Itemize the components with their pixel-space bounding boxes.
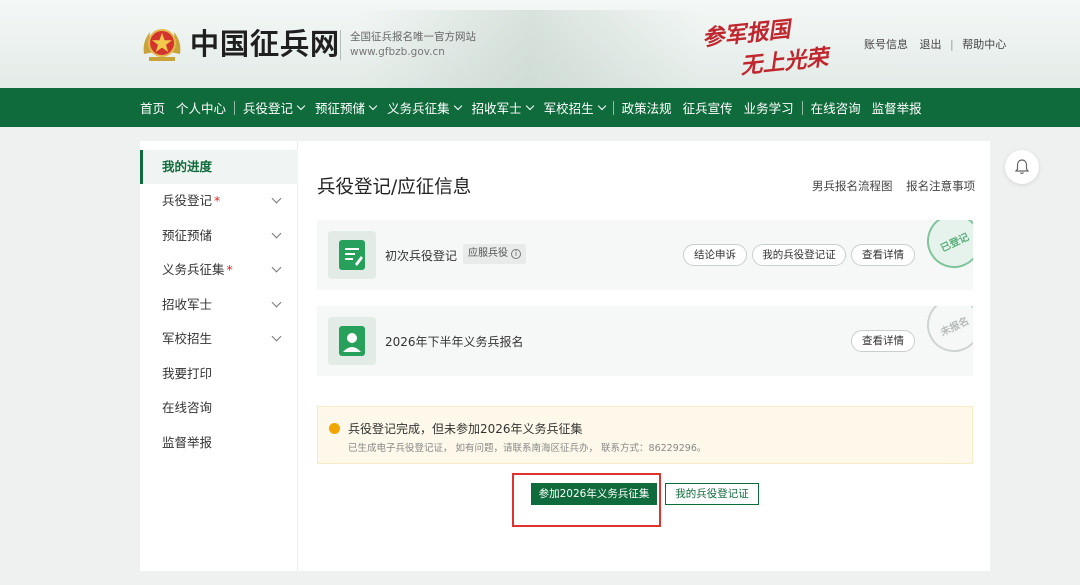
view-details-button[interactable]: 查看详情 bbox=[851, 244, 915, 266]
nav-registration[interactable]: 兵役登记 bbox=[243, 98, 306, 117]
notes-link[interactable]: 报名注意事项 bbox=[906, 179, 975, 193]
nav-nco-recruit[interactable]: 招收军士 bbox=[471, 98, 534, 117]
site-title[interactable]: 中国征兵网 bbox=[190, 24, 340, 64]
sidebar-item-pre-enlistment[interactable]: 预征预储 bbox=[140, 219, 298, 253]
chevron-down-icon bbox=[296, 101, 306, 110]
chevron-down-icon bbox=[271, 331, 282, 342]
nav-label: 个人中心 bbox=[176, 101, 227, 116]
nav-label: 征兵宣传 bbox=[682, 101, 733, 116]
document-icon bbox=[328, 231, 376, 279]
flow-chart-link[interactable]: 男兵报名流程图 bbox=[812, 179, 893, 193]
chevron-down-icon bbox=[368, 101, 378, 110]
sidebar-item-consult[interactable]: 在线咨询 bbox=[140, 391, 298, 425]
badge-label: 应服兵役 bbox=[468, 248, 508, 259]
sidebar-item-nco-recruit[interactable]: 招收军士 bbox=[140, 288, 298, 322]
site-subtitle: 全国征兵报名唯一官方网站 www.gfbzb.gov.cn bbox=[340, 30, 476, 60]
content-panel: 我的进度 兵役登记 * 预征预储 义务兵征集 * 招收军士 军校招生 我要打印 在线… bbox=[140, 141, 990, 571]
chevron-down-icon bbox=[597, 101, 606, 110]
nav-pre-enlistment[interactable]: 预征预储 bbox=[315, 98, 378, 117]
nav-label: 监督举报 bbox=[871, 101, 922, 116]
account-link[interactable]: 账号信息 bbox=[864, 38, 908, 51]
sidebar-item-label: 监督举报 bbox=[162, 435, 213, 450]
notification-button[interactable] bbox=[1005, 150, 1039, 184]
nav-report[interactable]: 监督举报 bbox=[872, 98, 922, 117]
highlight-box bbox=[512, 473, 661, 527]
notice-message: 兵役登记完成，但未参加2026年义务兵征集 bbox=[348, 422, 583, 436]
nav-label: 义务兵征集 bbox=[387, 101, 450, 116]
not-registered-stamp: 未报名 bbox=[918, 306, 973, 361]
required-star: * bbox=[214, 193, 221, 208]
sidebar-item-label: 义务兵征集 bbox=[162, 262, 225, 277]
view-details-button[interactable]: 查看详情 bbox=[851, 330, 915, 352]
appeal-button[interactable]: 结论申诉 bbox=[683, 244, 747, 266]
nav-study[interactable]: 业务学习 bbox=[744, 98, 794, 117]
help-link[interactable]: 帮助中心 bbox=[962, 38, 1006, 51]
sidebar-item-label: 我的进度 bbox=[162, 159, 213, 174]
chevron-down-icon bbox=[271, 228, 282, 239]
nav-divider bbox=[801, 100, 803, 115]
sidebar-item-registration[interactable]: 兵役登记 * bbox=[140, 184, 298, 218]
chevron-down-icon bbox=[271, 193, 282, 204]
nav-publicity[interactable]: 征兵宣传 bbox=[683, 98, 733, 117]
registered-stamp: 已登记 bbox=[918, 220, 973, 277]
main-nav: 首页 个人中心 兵役登记 预征预储 义务兵征集 招收军士 军校招生 政策法规 征… bbox=[0, 88, 1080, 127]
registration-card: 初次兵役登记 应服兵役 i 结论申诉 我的兵役登记证 查看详情 已登记 bbox=[317, 220, 973, 290]
nav-label: 预征预储 bbox=[315, 101, 366, 116]
nav-label: 业务学习 bbox=[743, 101, 794, 116]
nav-label: 招收军士 bbox=[471, 101, 522, 116]
site-tagline: 全国征兵报名唯一官方网站 bbox=[350, 31, 476, 43]
nav-divider bbox=[612, 100, 614, 115]
chevron-down-icon bbox=[271, 297, 282, 308]
nav-label: 政策法规 bbox=[621, 101, 672, 116]
sidebar-item-progress[interactable]: 我的进度 bbox=[140, 150, 298, 184]
army-emblem-icon bbox=[143, 29, 181, 61]
sidebar-item-academy[interactable]: 军校招生 bbox=[140, 322, 298, 356]
sidebar-item-conscription[interactable]: 义务兵征集 * bbox=[140, 253, 298, 287]
info-icon[interactable]: i bbox=[511, 249, 521, 259]
person-id-icon bbox=[328, 317, 376, 365]
nav-label: 军校招生 bbox=[543, 101, 594, 116]
sidebar-item-label: 招收军士 bbox=[162, 297, 213, 312]
sidebar-item-print[interactable]: 我要打印 bbox=[140, 357, 298, 391]
card-title: 2026年下半年义务兵报名 bbox=[385, 335, 524, 349]
nav-academy-admission[interactable]: 军校招生 bbox=[543, 98, 606, 117]
sidebar-item-report[interactable]: 监督举报 bbox=[140, 426, 298, 460]
sidebar: 我的进度 兵役登记 * 预征预储 义务兵征集 * 招收军士 军校招生 我要打印 在线… bbox=[140, 141, 298, 571]
nav-label: 在线咨询 bbox=[810, 101, 861, 116]
notice-detail: 已生成电子兵役登记证， 如有问题，请联系南海区征兵办， 联系方式：8622929… bbox=[348, 443, 707, 454]
slogan: 参军报国 无上光荣 bbox=[700, 14, 830, 79]
my-certificate-button[interactable]: 我的兵役登记证 bbox=[752, 244, 846, 266]
nav-conscription[interactable]: 义务兵征集 bbox=[387, 98, 462, 117]
sidebar-item-label: 在线咨询 bbox=[162, 400, 213, 415]
top-links: 账号信息 退出 | 帮助中心 bbox=[864, 36, 1006, 52]
bell-icon bbox=[1015, 159, 1029, 175]
nav-consult[interactable]: 在线咨询 bbox=[811, 98, 861, 117]
sidebar-item-label: 兵役登记 bbox=[162, 193, 213, 208]
nav-divider bbox=[234, 100, 236, 115]
nav-policy[interactable]: 政策法规 bbox=[622, 98, 672, 117]
sidebar-item-label: 军校招生 bbox=[162, 331, 213, 346]
chevron-down-icon bbox=[271, 262, 282, 273]
site-header: 中国征兵网 全国征兵报名唯一官方网站 www.gfbzb.gov.cn 参军报国… bbox=[0, 0, 1080, 88]
nav-label: 首页 bbox=[140, 101, 166, 116]
nav-home[interactable]: 首页 bbox=[140, 98, 165, 117]
nav-label: 兵役登记 bbox=[243, 101, 294, 116]
chevron-down-icon bbox=[453, 101, 462, 110]
header-links: 男兵报名流程图 报名注意事项 bbox=[812, 178, 975, 194]
chevron-down-icon bbox=[525, 101, 534, 110]
site-domain: www.gfbzb.gov.cn bbox=[350, 46, 445, 58]
sidebar-item-label: 我要打印 bbox=[162, 366, 213, 381]
nav-personal-center[interactable]: 个人中心 bbox=[176, 98, 226, 117]
enlistment-card: 2026年下半年义务兵报名 查看详情 未报名 bbox=[317, 306, 973, 376]
my-certificate-button[interactable]: 我的兵役登记证 bbox=[665, 483, 759, 505]
warning-dot-icon bbox=[329, 423, 340, 434]
logout-link[interactable]: 退出 bbox=[920, 38, 942, 51]
sidebar-item-label: 预征预储 bbox=[162, 228, 213, 243]
status-notice: 兵役登记完成，但未参加2026年义务兵征集 已生成电子兵役登记证， 如有问题，请… bbox=[317, 406, 973, 464]
page-title: 兵役登记/应征信息 bbox=[317, 177, 472, 198]
required-star: * bbox=[226, 262, 233, 277]
card-title: 初次兵役登记 bbox=[385, 249, 458, 263]
status-badge: 应服兵役 i bbox=[463, 244, 526, 264]
separator: | bbox=[950, 38, 954, 51]
